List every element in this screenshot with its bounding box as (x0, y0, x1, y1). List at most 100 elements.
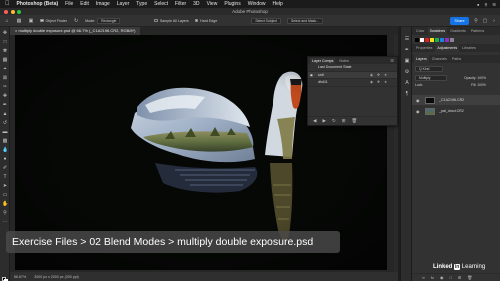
layer-comp-row[interactable]: dhd11 ◉ ✥ ★ (308, 79, 397, 87)
crop-tool-icon[interactable]: ⌖ (2, 66, 8, 72)
brush-settings-icon[interactable]: ✒ (404, 47, 410, 53)
menu-help[interactable]: Help (273, 0, 283, 8)
character-icon[interactable]: A (404, 80, 410, 86)
zoom-window-button[interactable] (17, 9, 21, 14)
tab-color[interactable]: Color (414, 27, 427, 35)
type-tool-icon[interactable]: T (2, 174, 8, 180)
menu-file[interactable]: File (65, 0, 73, 8)
mode-select[interactable]: Rectangle (97, 17, 121, 24)
delete-comp-icon[interactable]: 🗑 (352, 118, 358, 124)
properties-icon[interactable]: ⚙ (404, 69, 410, 75)
add-mask-icon[interactable]: ◉ (440, 275, 444, 280)
swatch[interactable] (445, 38, 449, 42)
selection-mode-icon[interactable]: ▣ (28, 18, 34, 24)
menu-type[interactable]: Type (136, 0, 147, 8)
menu-3d[interactable]: 3D (193, 0, 199, 8)
menu-view[interactable]: View (207, 0, 218, 8)
layer-comps-icon[interactable]: ▣ (404, 58, 410, 64)
tab-layers[interactable]: Layers (414, 55, 429, 63)
object-finder-toggle[interactable]: Object Finder (40, 19, 67, 23)
marquee-tool-icon[interactable]: □ (2, 39, 8, 45)
menu-select[interactable]: Select (154, 0, 168, 8)
history-icon[interactable]: ☰ (404, 36, 410, 42)
object-finder-checkbox[interactable] (40, 18, 44, 23)
object-select-tool-icon[interactable]: ▦ (2, 57, 8, 63)
gradient-tool-icon[interactable]: ▩ (2, 138, 8, 144)
eyedropper-tool-icon[interactable]: ✑ (2, 84, 8, 90)
minimize-window-button[interactable] (10, 9, 15, 14)
move-tool-icon[interactable]: ✥ (2, 30, 8, 36)
clone-stamp-tool-icon[interactable]: ▲ (2, 111, 8, 117)
shape-tool-icon[interactable]: ▭ (2, 192, 8, 198)
menu-image[interactable]: Image (96, 0, 110, 8)
tab-libraries[interactable]: Libraries (460, 44, 478, 52)
swatch[interactable] (440, 38, 444, 42)
menu-window[interactable]: Window (248, 0, 266, 8)
sample-all-layers-checkbox[interactable] (154, 18, 158, 23)
zoom-tool-icon[interactable]: ⚲ (2, 210, 8, 216)
share-button[interactable]: Share (450, 17, 469, 25)
object-selection-tool-icon[interactable]: ▦ (16, 18, 22, 24)
swatch[interactable] (450, 38, 454, 42)
tab-gradients[interactable]: Gradients (448, 27, 468, 35)
hand-tool-icon[interactable]: ✋ (2, 201, 8, 207)
link-layers-icon[interactable]: ∞ (422, 275, 425, 280)
appearance-icon[interactable]: ★ (384, 73, 387, 77)
menu-plugins[interactable]: Plugins (224, 0, 240, 8)
last-document-state-row[interactable]: Last Document State (308, 64, 397, 72)
apply-comp-icon[interactable]: ▣ (310, 73, 313, 77)
layer-style-icon[interactable]: fx (431, 275, 434, 280)
previous-comp-icon[interactable]: ◀ (313, 118, 316, 124)
swatch[interactable] (435, 38, 439, 42)
update-comp-icon[interactable]: ↻ (332, 118, 336, 124)
swatch[interactable] (430, 38, 434, 42)
tab-paths[interactable]: Paths (450, 55, 463, 63)
tab-properties[interactable]: Properties (414, 44, 434, 52)
sample-all-layers-toggle[interactable]: Sample All Layers (154, 18, 189, 23)
layer-comp-row[interactable]: ▣ snit ◉ ✥ ★ (308, 71, 397, 79)
select-subject-button[interactable]: Select Subject (251, 17, 281, 24)
tab-adjustments[interactable]: Adjustments (435, 44, 460, 52)
position-icon[interactable]: ✥ (377, 80, 380, 84)
more-tools-icon[interactable]: ⋯ (2, 219, 8, 225)
hard-edge-toggle[interactable]: Hard Edge (194, 18, 217, 23)
blur-tool-icon[interactable]: 💧 (2, 147, 8, 153)
refresh-icon[interactable]: ↻ (73, 18, 79, 24)
search-icon[interactable]: ⚲ (484, 2, 487, 7)
control-center-icon[interactable]: ☰ (492, 2, 496, 7)
tab-swatches[interactable]: Swatches (427, 27, 448, 35)
menu-layer[interactable]: Layer (117, 0, 130, 8)
hard-edge-checkbox[interactable] (194, 18, 199, 23)
blend-mode-select[interactable]: Multiply (415, 75, 447, 81)
swatch[interactable] (415, 38, 419, 42)
visibility-eye-icon[interactable]: ◉ (416, 109, 420, 114)
visibility-eye-icon[interactable]: ◉ (416, 98, 420, 103)
path-selection-tool-icon[interactable]: ➤ (2, 183, 8, 189)
delete-layer-icon[interactable]: 🗑 (467, 275, 472, 280)
appearance-icon[interactable]: ★ (384, 80, 387, 84)
home-icon[interactable]: ⌂ (4, 18, 10, 24)
position-icon[interactable]: ✥ (377, 73, 380, 77)
new-comp-icon[interactable]: ⊞ (342, 118, 346, 124)
search-help-icon[interactable]: ⚲ (473, 18, 479, 24)
wifi-icon[interactable]: ● (477, 2, 479, 7)
zoom-level[interactable]: 66.67% (14, 275, 26, 279)
visibility-icon[interactable]: ◉ (370, 73, 373, 77)
tab-channels[interactable]: Channels (430, 55, 449, 63)
swatch[interactable] (420, 38, 424, 42)
swatch[interactable] (425, 38, 429, 42)
history-brush-tool-icon[interactable]: ↺ (2, 120, 8, 126)
tab-patterns[interactable]: Patterns (469, 27, 486, 35)
next-comp-icon[interactable]: ▶ (322, 118, 325, 124)
frame-tool-icon[interactable]: ⊠ (2, 75, 8, 81)
paragraph-icon[interactable]: ¶ (404, 91, 410, 97)
collapse-panel-icon[interactable]: › (491, 18, 497, 24)
lasso-tool-icon[interactable]: ✾ (2, 48, 8, 54)
new-group-icon[interactable]: □ (449, 275, 451, 280)
opacity-value[interactable]: Opacity: 100% (464, 76, 486, 80)
new-layer-icon[interactable]: ⊞ (458, 275, 461, 280)
apple-menu-icon[interactable]:  (5, 0, 10, 8)
document-tab[interactable]: × multiply double exposure.psd @ 66.7% (… (10, 27, 141, 35)
layer-row[interactable]: ◉ _pal_dncd.CR2 (412, 106, 500, 116)
workspace-icon[interactable]: ▢ (482, 18, 488, 24)
